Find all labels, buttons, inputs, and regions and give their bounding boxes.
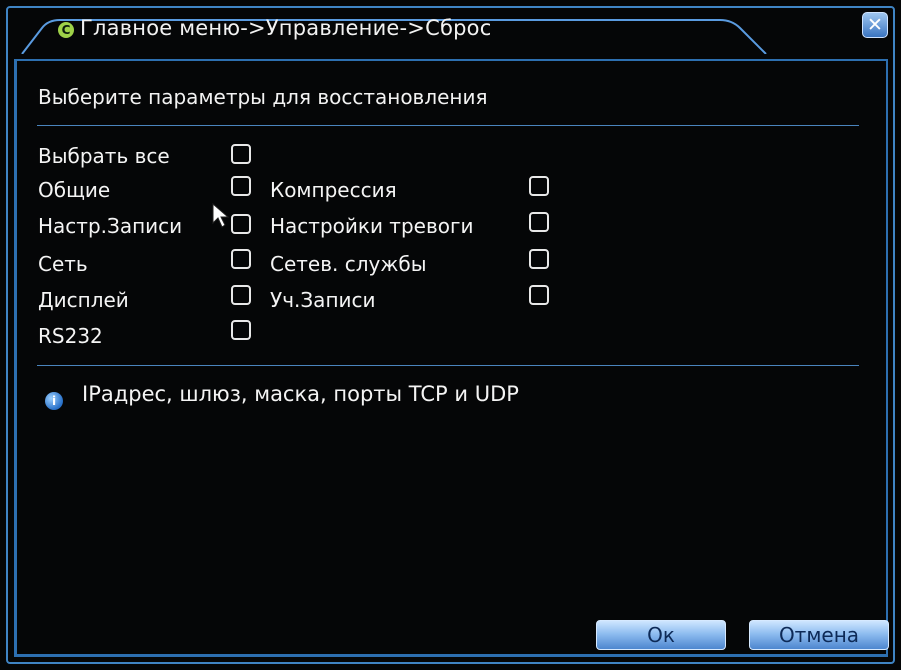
info-icon: i: [45, 392, 63, 410]
option-label-display: Дисплей: [38, 288, 129, 312]
close-button[interactable]: ✕: [862, 12, 888, 38]
network-checkbox[interactable]: [231, 249, 251, 269]
option-label-compression: Компрессия: [270, 178, 397, 202]
select-all-checkbox[interactable]: [231, 144, 251, 164]
option-label-record-settings: Настр.Записи: [38, 214, 183, 238]
option-label-general: Общие: [38, 178, 111, 202]
general-checkbox[interactable]: [231, 176, 251, 196]
mouse-pointer-icon: [212, 203, 230, 228]
section-heading: Выберите параметры для восстановления: [38, 85, 488, 109]
network-services-checkbox[interactable]: [529, 249, 549, 269]
alarm-settings-checkbox[interactable]: [529, 212, 549, 232]
ok-button[interactable]: Ок: [596, 620, 726, 650]
cancel-button[interactable]: Отмена: [749, 620, 889, 650]
display-checkbox[interactable]: [231, 285, 251, 305]
record-settings-checkbox[interactable]: [231, 214, 251, 234]
option-label-select-all: Выбрать все: [38, 144, 170, 168]
app-logo-icon: C: [58, 22, 74, 38]
divider-top: [37, 125, 859, 126]
option-label-network: Сеть: [38, 252, 88, 276]
window-title: Главное меню->Управление->Сброс: [80, 16, 492, 40]
option-label-account: Уч.Записи: [270, 288, 376, 312]
option-label-rs232: RS232: [38, 324, 103, 348]
compression-checkbox[interactable]: [529, 176, 549, 196]
reset-dialog: C Главное меню->Управление->Сброс ✕ Выбе…: [0, 0, 901, 670]
info-text: IPадрес, шлюз, маска, порты TCP и UDP: [82, 382, 519, 406]
rs232-checkbox[interactable]: [231, 320, 251, 340]
account-checkbox[interactable]: [529, 285, 549, 305]
divider-bottom: [37, 365, 859, 366]
option-label-network-services: Сетев. службы: [270, 252, 427, 276]
option-label-alarm-settings: Настройки тревоги: [270, 214, 474, 238]
